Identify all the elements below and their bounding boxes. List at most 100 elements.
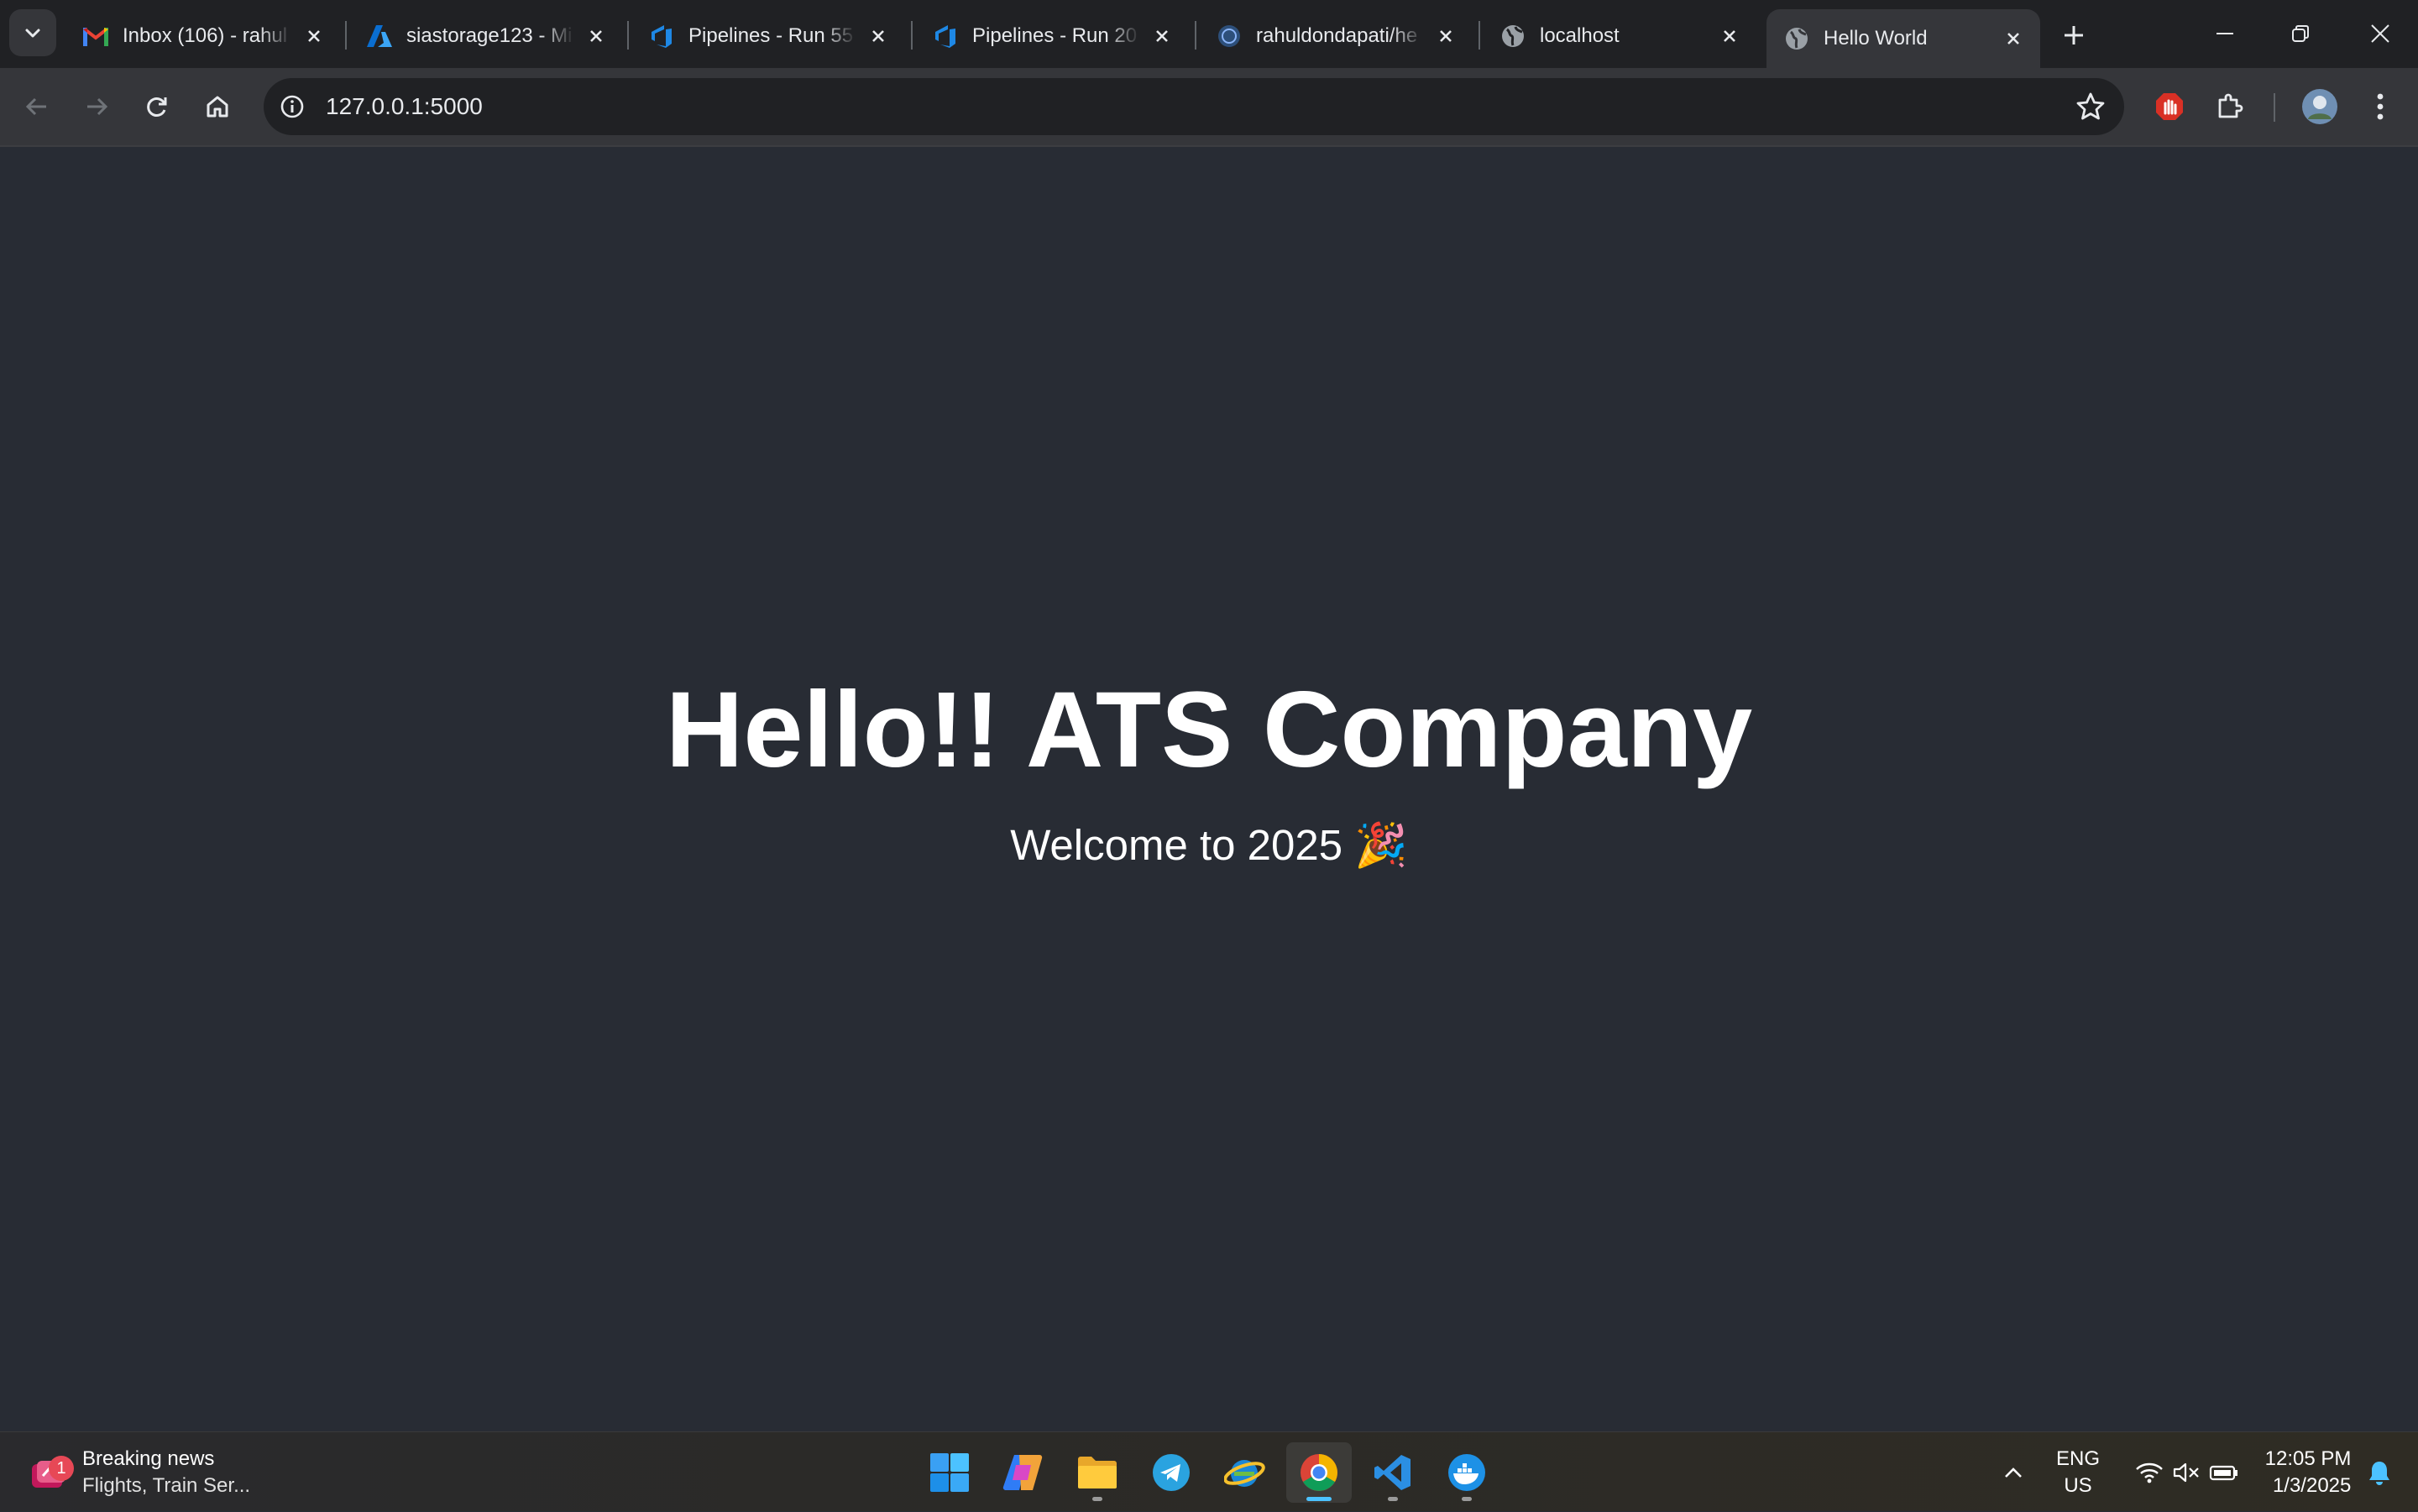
notification-badge: 1: [49, 1456, 74, 1481]
language-indicator[interactable]: ENG US: [2044, 1432, 2112, 1512]
plus-icon: [2065, 26, 2083, 44]
tab-separator: [911, 21, 913, 50]
toolbar-divider: [2274, 93, 2275, 122]
tab-pipelines-run-2[interactable]: Pipelines - Run 20: [915, 9, 1189, 62]
volume-muted-icon: [2173, 1462, 2199, 1482]
bookmark-star-icon[interactable]: [2072, 88, 2109, 125]
close-window-button[interactable]: [2342, 0, 2418, 67]
running-indicator: [1462, 1497, 1472, 1501]
web-page: Hello!! ATS Company Welcome to 2025 🎉: [0, 147, 2418, 1431]
arrow-left-icon: [25, 97, 46, 116]
bell-icon: [2369, 1461, 2389, 1485]
news-widget[interactable]: 1 Breaking news Flights, Train Ser...: [30, 1442, 250, 1503]
url-text[interactable]: 127.0.0.1:5000: [326, 93, 483, 120]
home-button[interactable]: [194, 83, 241, 130]
telegram-icon: [1153, 1454, 1190, 1491]
new-tab-button[interactable]: [2054, 15, 2094, 55]
show-hidden-icons-button[interactable]: [1995, 1432, 2032, 1512]
minimize-icon: [2216, 33, 2233, 34]
browser-toolbar: 127.0.0.1:5000: [0, 68, 2418, 147]
tab-title: rahuldondapati/he: [1256, 24, 1418, 47]
tab-close-icon[interactable]: [1716, 23, 1743, 50]
tab-title: Pipelines - Run 55: [688, 24, 854, 47]
tab-search-button[interactable]: [9, 9, 56, 56]
page-subheading: Welcome to 2025 🎉: [1010, 821, 1408, 869]
tab-gmail[interactable]: Inbox (106) - rahul: [65, 9, 341, 62]
chrome-icon: [1301, 1454, 1337, 1491]
running-indicator: [1388, 1497, 1398, 1501]
globe-icon: [1783, 25, 1810, 52]
taskbar-telegram[interactable]: [1138, 1442, 1204, 1503]
tab-close-icon[interactable]: [583, 23, 610, 50]
running-indicator: [1306, 1497, 1332, 1501]
arrow-right-icon: [87, 97, 108, 116]
address-bar[interactable]: 127.0.0.1:5000: [264, 78, 2124, 135]
tab-separator: [345, 21, 347, 50]
chevron-down-icon: [25, 29, 40, 38]
profile-button[interactable]: [2296, 83, 2343, 130]
region-code: US: [2064, 1473, 2092, 1497]
tab-title: Pipelines - Run 20: [972, 24, 1138, 47]
news-subtitle: Flights, Train Ser...: [82, 1474, 251, 1497]
more-vertical-icon: [2377, 93, 2384, 120]
close-icon: [2371, 24, 2389, 43]
forward-button[interactable]: [73, 83, 120, 130]
menu-button[interactable]: [2357, 83, 2404, 130]
tab-pipelines-run-1[interactable]: Pipelines - Run 55: [631, 9, 905, 62]
copilot-icon: [1002, 1454, 1043, 1491]
tab-close-icon[interactable]: [301, 23, 327, 50]
taskbar-docker[interactable]: [1434, 1442, 1499, 1503]
azure-icon: [366, 23, 393, 50]
minimize-button[interactable]: [2187, 0, 2263, 67]
extension-adblock-button[interactable]: [2146, 83, 2193, 130]
vscode-icon: [1374, 1455, 1410, 1490]
docker-icon: [1448, 1454, 1485, 1491]
puzzle-piece-icon: [2218, 93, 2243, 118]
tab-close-icon[interactable]: [1149, 23, 1175, 50]
tab-close-icon[interactable]: [1432, 23, 1459, 50]
tab-azure-storage[interactable]: siastorage123 - Mi: [349, 9, 623, 62]
restore-button[interactable]: [2263, 0, 2338, 67]
taskbar-vscode[interactable]: [1360, 1442, 1426, 1503]
avatar: [2302, 89, 2337, 124]
github-icon: [1216, 23, 1243, 50]
clock-date: 1/3/2025: [2272, 1473, 2352, 1497]
tab-hello-world[interactable]: Hello World: [1766, 9, 2040, 68]
clock[interactable]: 12:05 PM 1/3/2025: [2252, 1432, 2364, 1512]
quick-settings-button[interactable]: [2124, 1432, 2250, 1512]
tab-close-icon[interactable]: [865, 23, 892, 50]
restore-icon: [2292, 25, 2309, 42]
language-code: ENG: [2055, 1447, 2100, 1470]
taskbar-file-explorer[interactable]: [1065, 1442, 1130, 1503]
chevron-up-icon: [2005, 1467, 2022, 1478]
site-info-icon[interactable]: [275, 90, 309, 123]
reload-button[interactable]: [133, 83, 181, 130]
taskbar-ie[interactable]: [1212, 1442, 1278, 1503]
clock-time: 12:05 PM: [2264, 1447, 2352, 1470]
tab-github[interactable]: rahuldondapati/he: [1199, 9, 1473, 62]
start-button[interactable]: [917, 1442, 982, 1503]
news-widget-icon: 1: [30, 1454, 74, 1491]
tab-close-icon[interactable]: [2000, 25, 2027, 52]
wifi-icon: [2136, 1462, 2163, 1483]
battery-icon: [2209, 1465, 2237, 1480]
globe-icon: [1499, 23, 1526, 50]
tab-title: Inbox (106) - rahul: [123, 24, 288, 47]
azure-devops-icon: [932, 23, 959, 50]
taskbar-copilot[interactable]: [991, 1442, 1056, 1503]
tab-separator: [627, 21, 629, 50]
gmail-icon: [82, 23, 109, 50]
taskbar-chrome[interactable]: [1286, 1442, 1352, 1503]
file-explorer-icon: [1078, 1457, 1117, 1488]
windows-start-icon: [930, 1453, 969, 1492]
back-button[interactable]: [13, 83, 60, 130]
page-heading: Hello!! ATS Company: [665, 670, 1753, 790]
tab-localhost[interactable]: localhost: [1483, 9, 1756, 62]
notifications-button[interactable]: [2361, 1432, 2398, 1512]
home-icon: [207, 96, 228, 118]
tab-title: siastorage123 - Mi: [406, 24, 573, 47]
extensions-button[interactable]: [2206, 83, 2253, 130]
running-indicator: [1092, 1497, 1102, 1501]
news-title: Breaking news: [82, 1447, 215, 1470]
ie-icon: [1224, 1460, 1265, 1487]
